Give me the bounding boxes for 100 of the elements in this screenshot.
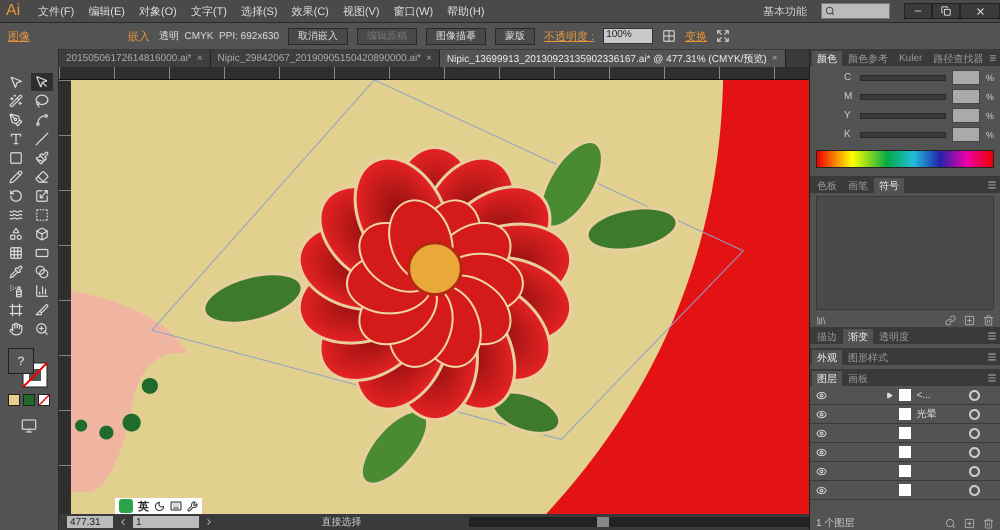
fill-swatch[interactable]: ? bbox=[8, 348, 34, 374]
eraser-icon bbox=[35, 170, 49, 184]
layer-name[interactable]: <... bbox=[916, 390, 963, 400]
eye-icon[interactable] bbox=[816, 466, 827, 476]
panel-tab[interactable]: 符号 bbox=[874, 178, 904, 193]
expand-icon[interactable] bbox=[716, 29, 730, 43]
zoom-field[interactable]: 477.31 bbox=[67, 516, 113, 528]
panel-menu-icon[interactable] bbox=[987, 180, 997, 190]
workspace-switcher[interactable]: 基本功能 bbox=[763, 4, 807, 18]
eye-icon[interactable] bbox=[816, 390, 827, 400]
layer-row[interactable]: 光晕 bbox=[810, 405, 1000, 424]
new-layer-icon[interactable] bbox=[964, 518, 975, 528]
layer-name[interactable]: 光晕 bbox=[916, 407, 963, 421]
channel-slider[interactable] bbox=[860, 112, 946, 118]
tool-button[interactable] bbox=[31, 73, 53, 91]
panel-tab[interactable]: 描边 bbox=[812, 329, 842, 344]
close-icon[interactable]: × bbox=[426, 53, 432, 64]
layer-row[interactable] bbox=[810, 443, 1000, 462]
panel-tab[interactable]: Kuler bbox=[894, 51, 928, 66]
layer-row[interactable] bbox=[810, 424, 1000, 443]
panel-tab[interactable]: 画板 bbox=[843, 371, 873, 386]
menu-item[interactable]: 文字(T) bbox=[190, 4, 227, 18]
panel-tab[interactable]: 颜色参考 bbox=[843, 51, 893, 66]
new-symbol-icon[interactable] bbox=[964, 314, 975, 326]
panel-tab[interactable]: 色板 bbox=[812, 178, 842, 193]
align-grid-icon[interactable] bbox=[662, 29, 676, 43]
target-circle-icon[interactable] bbox=[969, 408, 980, 420]
wrench-icon[interactable] bbox=[187, 500, 198, 512]
lasso-icon bbox=[35, 94, 49, 108]
layer-thumbnail bbox=[898, 484, 910, 496]
moon-icon[interactable] bbox=[154, 500, 165, 512]
input-mode[interactable]: 英 bbox=[138, 498, 149, 514]
expand-triangle-icon[interactable] bbox=[886, 392, 892, 398]
color-mode-swatch[interactable] bbox=[8, 394, 20, 406]
menu-item[interactable]: 选择(S) bbox=[240, 4, 278, 18]
channel-value-field[interactable] bbox=[952, 127, 980, 142]
control-button[interactable]: 蒙版 bbox=[495, 28, 536, 44]
panel-tab[interactable]: 外观 bbox=[812, 350, 842, 365]
panel-menu-icon[interactable] bbox=[987, 352, 997, 362]
menu-item[interactable]: 对象(O) bbox=[138, 4, 177, 18]
menu-item[interactable]: 文件(F) bbox=[38, 4, 74, 18]
panel-menu-icon[interactable] bbox=[987, 373, 997, 383]
target-circle-icon[interactable] bbox=[969, 446, 980, 458]
channel-slider[interactable] bbox=[860, 132, 946, 138]
channel-slider[interactable] bbox=[860, 74, 946, 80]
target-circle-icon[interactable] bbox=[969, 390, 980, 400]
screen-mode-icon[interactable] bbox=[21, 418, 37, 434]
eye-icon[interactable] bbox=[816, 484, 827, 496]
eye-icon[interactable] bbox=[816, 408, 827, 420]
menu-item[interactable]: 窗口(W) bbox=[394, 4, 434, 18]
eye-icon[interactable] bbox=[816, 428, 827, 438]
library-icon[interactable] bbox=[816, 314, 827, 326]
target-circle-icon[interactable] bbox=[969, 428, 980, 438]
opacity-field[interactable]: 100% bbox=[603, 28, 654, 44]
panel-menu-icon[interactable] bbox=[987, 331, 997, 341]
document-tab[interactable]: Nipic_13699913_20130923135902336167.ai* @ 477.31% (CMYK/预览) × bbox=[440, 50, 786, 67]
link-icon[interactable] bbox=[945, 314, 956, 326]
channel-value-field[interactable] bbox=[952, 70, 980, 85]
color-spectrum[interactable] bbox=[816, 150, 994, 168]
close-button[interactable] bbox=[960, 3, 1000, 19]
layer-row[interactable]: <... bbox=[810, 386, 1000, 405]
current-tool-status: 直接选择 bbox=[320, 516, 362, 529]
control-button[interactable]: 图像描摹 bbox=[426, 28, 486, 44]
channel-value-field[interactable] bbox=[952, 108, 980, 123]
keyboard-icon[interactable] bbox=[170, 500, 182, 512]
channel-slider[interactable] bbox=[860, 94, 946, 100]
document-tab[interactable]: Nipic_29842067_20190905150420890000.ai* × bbox=[210, 50, 440, 67]
close-icon[interactable]: × bbox=[196, 53, 203, 64]
control-button[interactable]: 取消嵌入 bbox=[288, 28, 348, 44]
target-circle-icon[interactable] bbox=[969, 484, 980, 496]
eye-icon[interactable] bbox=[816, 446, 827, 458]
panel-menu-icon[interactable] bbox=[989, 53, 997, 63]
panel-tab[interactable]: 图形样式 bbox=[843, 350, 893, 365]
panel-tab[interactable]: 路径查找器 bbox=[928, 51, 988, 66]
object-type-link[interactable]: 图像 bbox=[8, 28, 30, 44]
menu-item[interactable]: 帮助(H) bbox=[447, 4, 485, 18]
panel-tab[interactable]: 透明度 bbox=[874, 329, 914, 344]
close-icon[interactable]: × bbox=[772, 53, 778, 64]
target-circle-icon[interactable] bbox=[969, 466, 980, 476]
trash-icon[interactable] bbox=[983, 518, 994, 528]
layer-row[interactable] bbox=[810, 462, 1000, 481]
gradient-mode-swatch[interactable] bbox=[23, 394, 35, 406]
channel-value-field[interactable] bbox=[952, 89, 980, 104]
none-mode-swatch[interactable] bbox=[38, 394, 50, 406]
panel-tab[interactable]: 颜色 bbox=[812, 51, 842, 66]
document-tab[interactable]: 20150506172614816000.ai* × bbox=[59, 50, 211, 67]
search-field[interactable] bbox=[821, 3, 890, 19]
panel-tab[interactable]: 画笔 bbox=[843, 178, 873, 193]
menu-item[interactable]: 编辑(E) bbox=[88, 4, 125, 18]
horizontal-scrollbar[interactable] bbox=[469, 517, 809, 527]
panel-tab[interactable]: 图层 bbox=[812, 371, 842, 386]
restore-button[interactable] bbox=[932, 3, 960, 19]
menu-item[interactable]: 效果(C) bbox=[292, 4, 329, 18]
percent-unit: % bbox=[986, 130, 994, 140]
layer-row[interactable] bbox=[810, 481, 1000, 500]
menu-item[interactable]: 视图(V) bbox=[342, 4, 380, 18]
panel-tab[interactable]: 渐变 bbox=[843, 329, 873, 344]
trash-icon[interactable] bbox=[983, 314, 994, 326]
artboard-field[interactable]: 1 bbox=[133, 516, 199, 528]
search-icon[interactable] bbox=[945, 518, 956, 528]
